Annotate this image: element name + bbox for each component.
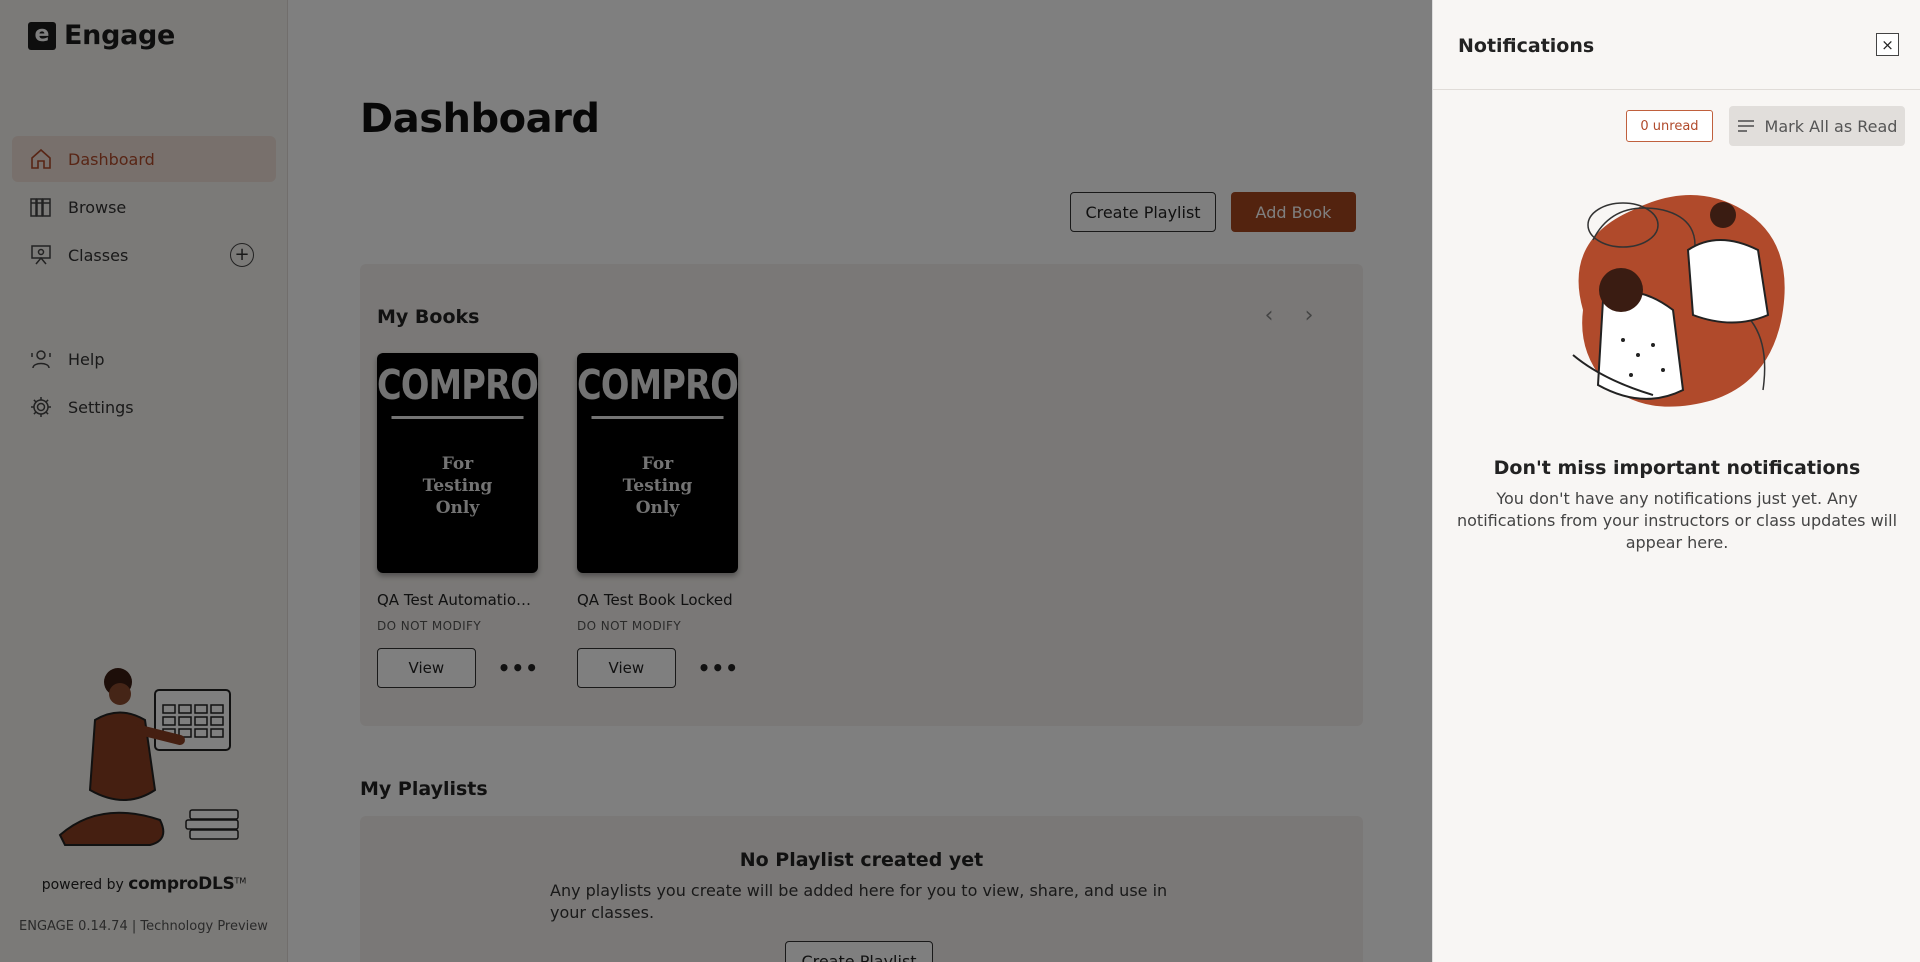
mark-read-icon [1737,120,1754,132]
notifications-illustration [1572,195,1785,407]
drawer-header: Notifications × [1433,0,1920,90]
unread-count-badge: 0 unread [1626,110,1713,142]
empty-notifications-text: You don't have any notifications just ye… [1456,489,1898,552]
close-icon[interactable]: × [1876,33,1899,56]
drawer-title: Notifications [1458,35,1595,57]
mark-all-read-label: Mark All as Read [1764,116,1898,136]
empty-notifications-title: Don't miss important notifications [1493,457,1861,479]
mark-all-read-button[interactable]: Mark All as Read [1729,106,1905,146]
modal-backdrop[interactable] [0,0,1432,962]
notifications-drawer: Notifications × 0 unread Mark All as Rea… [1432,0,1920,962]
